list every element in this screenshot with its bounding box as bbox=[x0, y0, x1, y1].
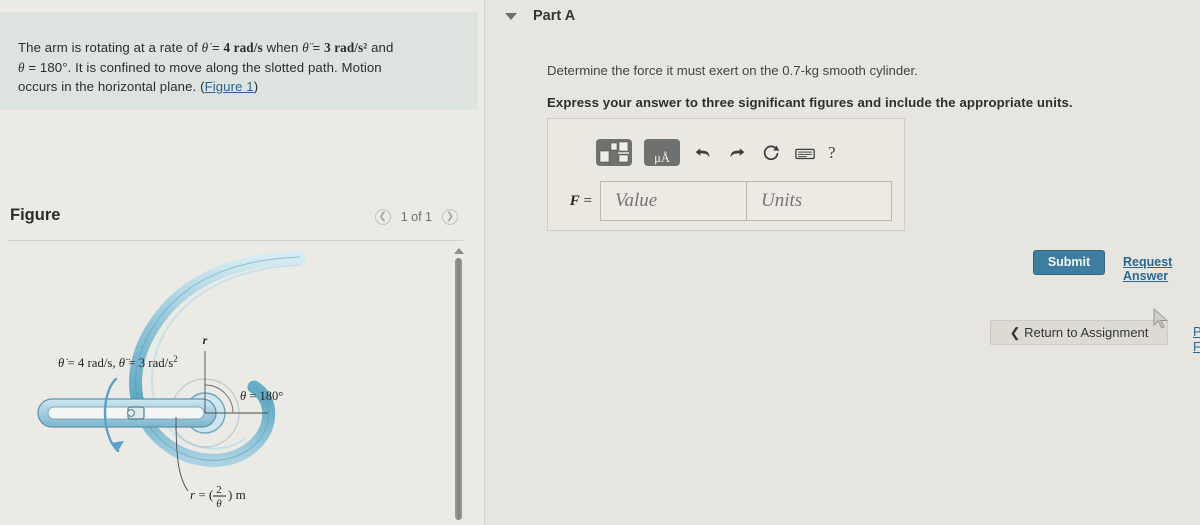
submit-button[interactable]: Submit bbox=[1033, 250, 1105, 275]
part-a-header[interactable]: Part A bbox=[505, 8, 575, 24]
reset-circle-icon[interactable] bbox=[760, 142, 782, 164]
math-template-icon[interactable] bbox=[596, 139, 632, 166]
question-line1-e: and bbox=[367, 40, 394, 55]
question-statement-box: The arm is rotating at a rate of θ̇ = 4 … bbox=[0, 12, 478, 110]
theta-ddot-value: 3 rad/s² bbox=[324, 40, 368, 55]
eq2: = bbox=[308, 40, 325, 55]
units-button-label: μÅ bbox=[654, 151, 670, 165]
svg-text:r = (: r = ( bbox=[190, 487, 213, 502]
part-title: Part A bbox=[533, 8, 576, 24]
provide-feedback-link[interactable]: Provide Feedback bbox=[1193, 324, 1200, 354]
force-variable-label: F = bbox=[569, 192, 592, 209]
answer-input-row: F = bbox=[556, 181, 892, 221]
question-line1-c: when bbox=[262, 40, 303, 55]
theta-value: 180° bbox=[39, 59, 68, 75]
label-angular-rates: θ̇ = 4 rad/s, θ̈ = 3 rad/s2 bbox=[58, 354, 178, 370]
micro-angstrom-units-icon[interactable]: μÅ bbox=[644, 139, 680, 166]
answer-units-input[interactable] bbox=[746, 181, 892, 221]
arm-slot bbox=[47, 406, 205, 420]
answer-panel: Part A Determine the force it must exert… bbox=[485, 0, 1200, 525]
redo-arrow-icon[interactable] bbox=[726, 142, 748, 164]
eq1: = bbox=[208, 40, 224, 55]
svg-text:) m: ) m bbox=[228, 487, 246, 502]
label-path-equation: r = ( 2 θ ) m bbox=[190, 484, 246, 510]
question-line3-end: ) bbox=[253, 79, 259, 94]
figure-pager: ❮ 1 of 1 ❯ bbox=[374, 209, 458, 225]
figure-prev-button[interactable]: ❮ bbox=[374, 209, 391, 225]
theta-dot-value: 4 rad/s bbox=[223, 40, 263, 55]
triangle-down-icon[interactable] bbox=[505, 12, 517, 20]
scrollbar-thumb[interactable] bbox=[455, 258, 462, 520]
eq3: = bbox=[24, 59, 40, 75]
figure-header: Figure ❮ 1 of 1 ❯ bbox=[0, 198, 478, 238]
request-answer-link[interactable]: Request Answer bbox=[1123, 255, 1200, 283]
question-line3: occurs in the horizontal plane. ( bbox=[18, 79, 205, 94]
svg-text:θ̇ = 4 rad/s, θ̈ = 3 rad/s2: θ̇ = 4 rad/s, θ̈ = 3 rad/s2 bbox=[58, 354, 178, 370]
figure-page-label: 1 of 1 bbox=[400, 210, 432, 224]
question-line1-a: The arm is rotating at a rate of bbox=[18, 40, 202, 55]
part-instruction: Express your answer to three significant… bbox=[547, 95, 1073, 110]
undo-arrow-icon[interactable] bbox=[692, 142, 714, 164]
math-toolbar: μÅ ? bbox=[596, 139, 836, 166]
label-r-axis: r bbox=[203, 333, 208, 347]
rotating-arm bbox=[37, 398, 217, 428]
math-template-glyph bbox=[599, 141, 629, 163]
part-prompt: Determine the force it must exert on the… bbox=[547, 63, 918, 78]
theta-ddot-symbol: θ̈ bbox=[302, 40, 309, 55]
question-text: The arm is rotating at a rate of θ̇ = 4 … bbox=[18, 38, 468, 97]
figure-scrollbar[interactable] bbox=[452, 248, 466, 525]
svg-text:θ: θ bbox=[216, 498, 222, 510]
keyboard-icon[interactable] bbox=[794, 142, 816, 164]
figure-divider bbox=[8, 240, 463, 241]
question-line2-b: . It is confined to move along the slott… bbox=[67, 59, 382, 75]
chevron-left-icon: ❮ bbox=[1009, 325, 1021, 340]
answer-entry-card: μÅ ? F = bbox=[547, 118, 905, 231]
figure-image: r θ = 180° θ̇ = 4 rad/s, θ̈ = 3 rad/s2 r… bbox=[0, 245, 450, 525]
figure-next-button[interactable]: ❯ bbox=[442, 209, 458, 225]
figure-1-link[interactable]: Figure 1 bbox=[205, 79, 254, 94]
mechanism-diagram-svg: r θ = 180° θ̇ = 4 rad/s, θ̈ = 3 rad/s2 r… bbox=[37, 250, 307, 510]
return-to-assignment-button[interactable]: ❮ Return to Assignment bbox=[990, 320, 1168, 345]
cylinder-pin bbox=[127, 409, 135, 417]
figure-panel: The arm is rotating at a rate of θ̇ = 4 … bbox=[0, 0, 484, 525]
scroll-up-arrow-icon[interactable] bbox=[454, 248, 464, 254]
label-theta-angle: θ = 180° bbox=[240, 389, 283, 403]
return-to-assignment-label: Return to Assignment bbox=[1024, 325, 1149, 340]
question-mark-icon[interactable]: ? bbox=[828, 143, 836, 163]
svg-text:2: 2 bbox=[216, 484, 222, 496]
theta-symbol: θ bbox=[18, 59, 25, 75]
figure-title: Figure bbox=[10, 206, 61, 224]
answer-value-input[interactable] bbox=[600, 181, 746, 221]
